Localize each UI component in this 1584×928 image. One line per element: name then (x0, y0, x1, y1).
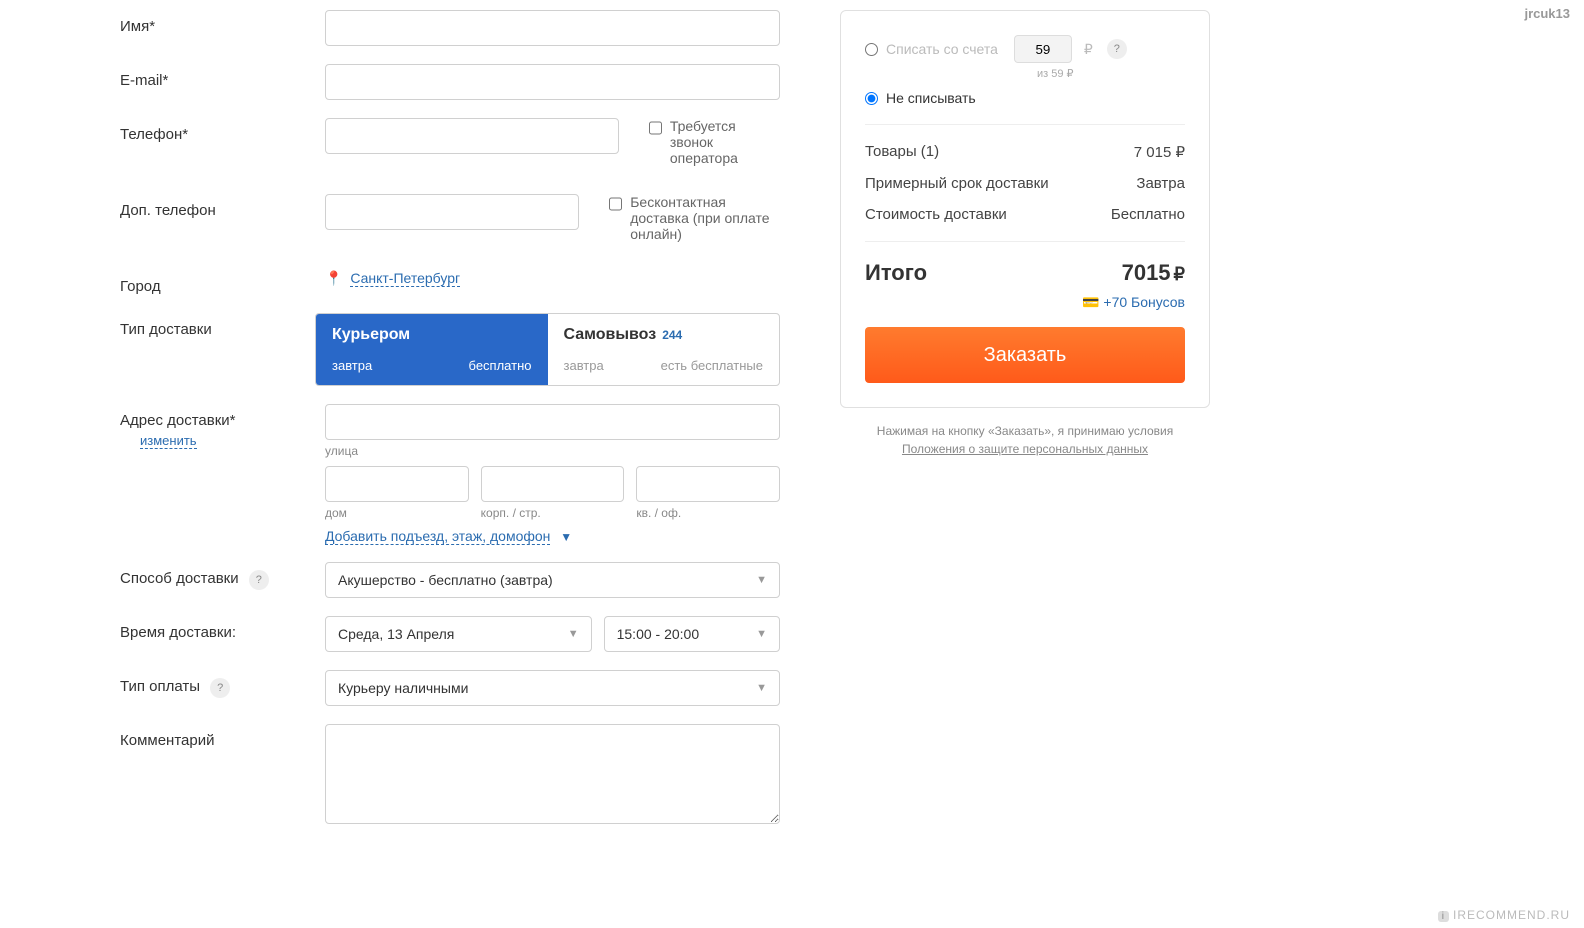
delivery-type-label: Тип доставки (120, 313, 315, 338)
tab-courier[interactable]: Курьером завтрабесплатно (316, 314, 548, 385)
points-input[interactable] (1014, 35, 1072, 63)
watermark-user: jrcuk13 (1524, 6, 1570, 21)
help-icon[interactable]: ? (1107, 39, 1127, 59)
contactless-cb-input[interactable] (609, 196, 622, 212)
callback-cb-input[interactable] (649, 120, 662, 136)
apt-input[interactable] (636, 466, 780, 502)
korp-input[interactable] (481, 466, 625, 502)
location-pin-icon: 📍 (325, 270, 342, 286)
comment-textarea[interactable] (325, 724, 780, 824)
nodebit-radio[interactable]: Не списывать (865, 90, 1185, 106)
phone-input[interactable] (325, 118, 619, 154)
shipcost-label: Стоимость доставки (865, 206, 1007, 223)
city-link[interactable]: Санкт-Петербург (350, 270, 460, 287)
street-input[interactable] (325, 404, 780, 440)
callback-checkbox[interactable]: Требуется звонок оператора (649, 118, 780, 166)
agree-text: Нажимая на кнопку «Заказать», я принимаю… (840, 422, 1210, 458)
house-input[interactable] (325, 466, 469, 502)
street-sublabel: улица (325, 444, 780, 458)
wallet-icon: 💳 (1082, 294, 1099, 310)
add-entrance-link[interactable]: Добавить подъезд, этаж, домофон (325, 528, 550, 545)
chevron-down-icon: ▼ (756, 628, 767, 640)
phone2-label: Доп. телефон (120, 194, 325, 219)
checkout-form: Имя* E-mail* Телефон* Требуется звонок о… (100, 10, 800, 845)
eta-value: Завтра (1136, 175, 1185, 192)
tab-pickup[interactable]: Самовывоз244 завтраесть бесплатные (548, 314, 780, 385)
goods-value: 7 015 ₽ (1134, 143, 1185, 161)
points-available: из 59 ₽ (1037, 67, 1185, 80)
help-icon[interactable]: ? (249, 570, 269, 590)
total-label: Итого (865, 260, 927, 286)
delivery-time-select[interactable]: 15:00 - 20:00 ▼ (604, 616, 780, 652)
payment-label: Тип оплаты ? (120, 670, 325, 698)
address-label: Адрес доставки* изменить (120, 404, 325, 449)
eta-label: Примерный срок доставки (865, 175, 1049, 192)
privacy-link[interactable]: Положения о защите персональных данных (902, 442, 1148, 456)
chevron-down-icon: ▼ (756, 574, 767, 586)
total-value: 7015 (1122, 260, 1171, 285)
delivery-tabs: Курьером завтрабесплатно Самовывоз244 за… (315, 313, 780, 386)
phone2-input[interactable] (325, 194, 579, 230)
order-summary: Списать со счета ₽ ? из 59 ₽ Не списыват… (840, 10, 1210, 408)
delivery-method-label: Способ доставки ? (120, 562, 325, 590)
help-icon[interactable]: ? (210, 678, 230, 698)
chevron-down-icon: ▼ (756, 682, 767, 694)
phone-label: Телефон* (120, 118, 325, 143)
delivery-time-label: Время доставки: (120, 616, 325, 641)
email-input[interactable] (325, 64, 780, 100)
chevron-down-icon: ▼ (568, 628, 579, 640)
chevron-down-icon: ▼ (560, 530, 572, 544)
name-input[interactable] (325, 10, 780, 46)
goods-label: Товары (1) (865, 143, 939, 161)
bonus-line: 💳+70 Бонусов (865, 294, 1185, 311)
shipcost-value: Бесплатно (1111, 206, 1185, 223)
contactless-checkbox[interactable]: Бесконтактная доставка (при оплате онлай… (609, 194, 780, 242)
address-change-link[interactable]: изменить (140, 433, 197, 449)
email-label: E-mail* (120, 64, 325, 89)
delivery-date-select[interactable]: Среда, 13 Апреля ▼ (325, 616, 592, 652)
debit-points-radio[interactable]: Списать со счета ₽ ? (865, 35, 1185, 63)
city-label: Город (120, 270, 325, 295)
comment-label: Комментарий (120, 724, 325, 749)
delivery-method-select[interactable]: Акушерство - бесплатно (завтра) ▼ (325, 562, 780, 598)
watermark-site: iIRECOMMEND.RU (1438, 908, 1570, 922)
order-button[interactable]: Заказать (865, 327, 1185, 383)
payment-select[interactable]: Курьеру наличными ▼ (325, 670, 780, 706)
name-label: Имя* (120, 10, 325, 35)
